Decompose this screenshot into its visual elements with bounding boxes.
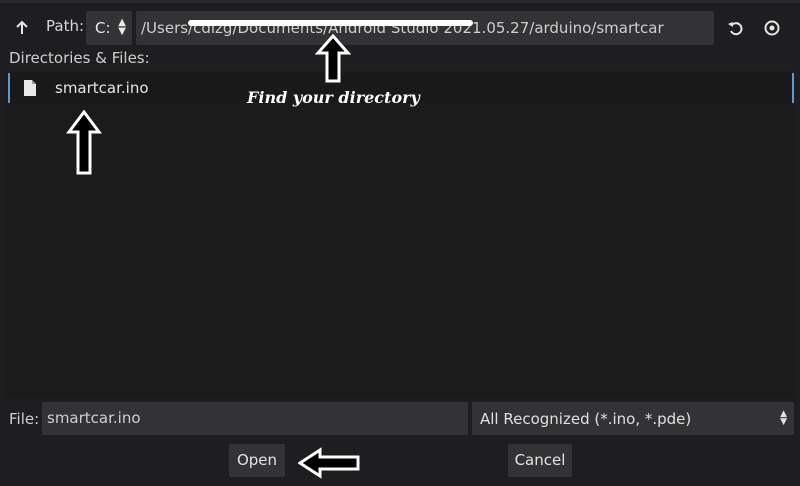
- window-top-edge: [0, 0, 800, 3]
- updown-arrows-icon: ▲ ▼: [118, 17, 126, 37]
- file-name: smartcar.ino: [55, 79, 149, 97]
- refresh-button[interactable]: [726, 18, 746, 38]
- annotation-arrow-left-open: [298, 447, 360, 479]
- annotation-note: Find your directory: [247, 88, 420, 107]
- drive-value: C:: [95, 19, 111, 37]
- selection-edge-right: [792, 73, 794, 103]
- eye-icon: [764, 20, 780, 36]
- directories-label: Directories & Files:: [9, 49, 150, 67]
- toggle-hidden-button[interactable]: [762, 18, 782, 38]
- file-name-value: smartcar.ino: [47, 409, 141, 427]
- go-up-button[interactable]: [12, 18, 32, 38]
- file-icon: [23, 80, 37, 96]
- selection-edge-left: [8, 73, 10, 103]
- redaction-mark: [188, 20, 473, 26]
- arrow-up-icon: [16, 20, 28, 34]
- refresh-icon: [728, 22, 743, 36]
- file-name-label: File:: [9, 410, 40, 428]
- file-type-value: All Recognized (*.ino, *.pde): [480, 410, 692, 428]
- cancel-button[interactable]: Cancel: [508, 444, 572, 477]
- annotation-arrow-up-file: [66, 110, 102, 175]
- path-label: Path:: [46, 17, 85, 35]
- annotation-arrow-up-path: [315, 34, 351, 83]
- file-list[interactable]: smartcar.ino: [6, 71, 794, 397]
- path-toolbar: Path: C: ▲ ▼ /Users/cdizg/Documents/Andro…: [0, 6, 800, 46]
- file-name-input[interactable]: smartcar.ino: [42, 402, 468, 435]
- updown-arrows-icon: ▲ ▼: [780, 409, 787, 427]
- file-type-select[interactable]: All Recognized (*.ino, *.pde) ▲ ▼: [472, 402, 794, 435]
- drive-select[interactable]: C: ▲ ▼: [86, 11, 132, 45]
- open-button[interactable]: Open: [229, 444, 285, 477]
- path-input[interactable]: /Users/cdizg/Documents/Android Studio 20…: [136, 11, 714, 45]
